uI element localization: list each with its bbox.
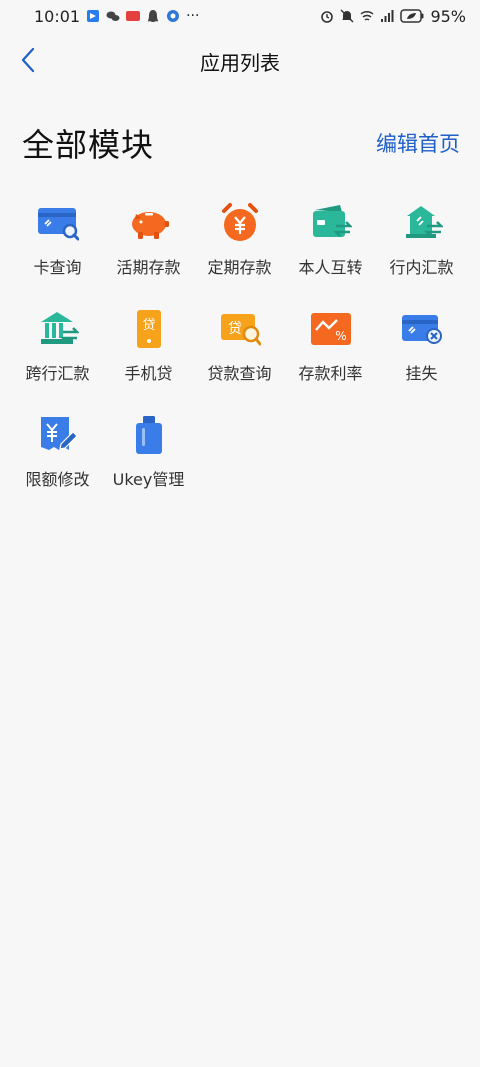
status-bar: 10:01 ··· 95% (0, 0, 480, 32)
module-label: 跨行汇款 (25, 364, 90, 383)
wechat-icon (106, 11, 120, 21)
rate-chart-icon: % (310, 313, 351, 345)
module-label: 手机贷 (124, 364, 173, 383)
module-label: 定期存款 (207, 258, 272, 277)
status-right: 95% (320, 7, 466, 26)
wallet-transfer-icon (312, 205, 352, 237)
battery-icon (400, 9, 424, 23)
module-phone-loan[interactable]: 贷 手机贷 (103, 298, 194, 404)
module-grid: 卡查询 活期存款 定期存款 本人互转 行内汇款 跨行汇款 贷 手机贷 贷 贷款查… (12, 192, 468, 510)
bank-transfer-icon (405, 206, 443, 238)
loan-search-icon: 贷 (220, 314, 261, 346)
module-label: Ukey管理 (112, 470, 185, 489)
svg-text:贷: 贷 (142, 318, 155, 333)
module-deposit-rate[interactable]: % 存款利率 (285, 298, 376, 404)
module-ukey-manage[interactable]: Ukey管理 (103, 404, 194, 510)
ukey-icon (135, 416, 162, 454)
module-label: 本人互转 (298, 258, 363, 277)
section-title: 全部模块 (22, 126, 155, 164)
module-card-query[interactable]: 卡查询 (12, 192, 103, 298)
svg-text:%: % (335, 329, 346, 343)
module-label: 贷款查询 (207, 364, 272, 383)
bank-building-icon (40, 312, 79, 344)
module-intrabank-remit[interactable]: 行内汇款 (376, 192, 467, 298)
red-app-icon (126, 11, 141, 21)
chevron-left-icon (21, 47, 35, 73)
back-button[interactable] (10, 42, 46, 78)
module-label: 挂失 (405, 364, 438, 383)
status-time: 10:01 (34, 6, 81, 26)
limit-edit-icon (40, 417, 78, 450)
svg-text:贷: 贷 (228, 321, 242, 337)
nav-bar: 应用列表 (0, 32, 480, 90)
app-notification-icon (87, 10, 100, 22)
more-notifications-icon: ··· (186, 8, 200, 24)
module-demand-deposit[interactable]: 活期存款 (103, 192, 194, 298)
edit-home-button[interactable]: 编辑首页 (376, 128, 460, 158)
alarm-clock-yuan-icon (221, 203, 258, 241)
page-title: 应用列表 (200, 50, 280, 75)
piggy-bank-icon (131, 212, 169, 239)
wifi-icon (360, 10, 374, 21)
alarm-icon (321, 11, 334, 23)
section-header: 全部模块 编辑首页 (0, 118, 480, 168)
module-self-transfer[interactable]: 本人互转 (285, 192, 376, 298)
module-loan-query[interactable]: 贷 贷款查询 (194, 298, 285, 404)
qq-icon (148, 10, 159, 22)
module-report-loss[interactable]: 挂失 (376, 298, 467, 404)
module-label: 卡查询 (33, 258, 82, 277)
module-label: 限额修改 (25, 470, 90, 489)
card-search-icon (37, 208, 79, 241)
phone-loan-icon: 贷 (136, 310, 161, 348)
signal-icon (381, 10, 394, 22)
module-label: 存款利率 (298, 364, 363, 383)
battery-level: 95% (430, 6, 466, 26)
card-lock-icon (401, 315, 442, 344)
module-interbank-remit[interactable]: 跨行汇款 (12, 298, 103, 404)
module-fixed-deposit[interactable]: 定期存款 (194, 192, 285, 298)
status-left: 10:01 ··· (34, 7, 199, 26)
mute-icon (340, 9, 354, 23)
browser-icon (167, 10, 180, 22)
module-label: 活期存款 (116, 258, 181, 277)
module-limit-edit[interactable]: 限额修改 (12, 404, 103, 510)
module-label: 行内汇款 (389, 258, 454, 277)
